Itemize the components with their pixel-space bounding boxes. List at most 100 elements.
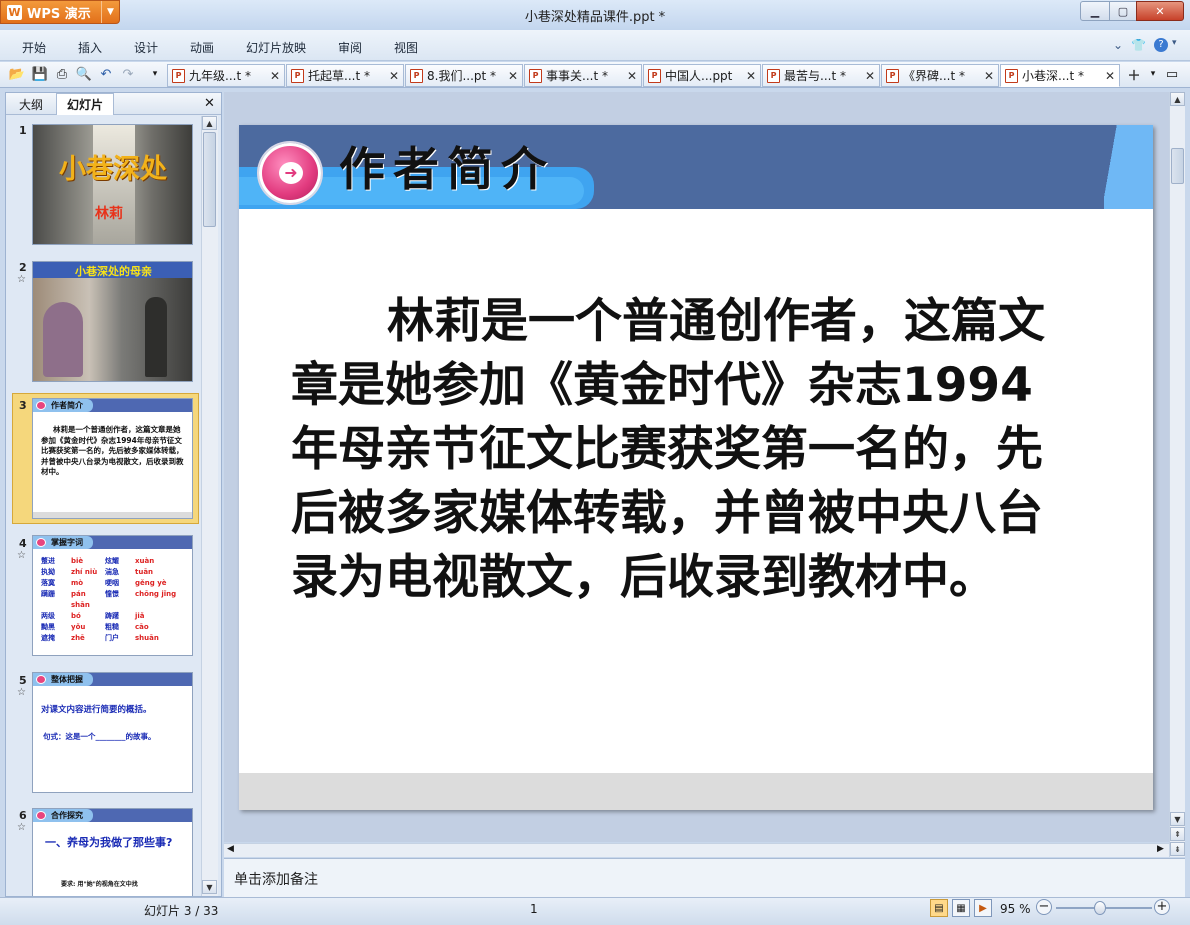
doc-tab-label: 托起草...t * xyxy=(308,69,370,83)
doc-tab-label: 九年级...t * xyxy=(189,69,251,83)
menu-view[interactable]: 视图 xyxy=(394,39,418,56)
slide-header-accent xyxy=(1104,125,1153,209)
scroll-right-icon[interactable]: ▶ xyxy=(1157,844,1164,854)
close-tab-icon[interactable]: ✕ xyxy=(270,69,280,83)
close-tab-icon[interactable]: ✕ xyxy=(865,69,875,83)
zoom-out-icon[interactable]: − xyxy=(1036,899,1052,915)
slide-thumbnail[interactable]: 掌握字词 蹩进 biè 炫耀 xuàn 执拗 zhí niù 湍急 tuān 落寞 mò 哽咽 g… xyxy=(32,535,193,656)
slideshow-play-icon[interactable]: ▶ xyxy=(974,899,992,917)
menu-bar xyxy=(0,30,1190,61)
tab-outline[interactable]: 大纲 xyxy=(10,93,52,115)
zoom-slider-thumb[interactable] xyxy=(1094,901,1106,915)
doc-tab-3[interactable]: P 8.我们...pt * ✕ xyxy=(405,64,523,87)
wps-app-menu-button[interactable]: W WPS 演示 ▼ xyxy=(0,0,120,24)
zoom-level: 95 % xyxy=(1000,902,1031,916)
thumb-title: 小巷深处 xyxy=(59,154,167,185)
doc-tab-2[interactable]: P 托起草...t * ✕ xyxy=(286,64,404,87)
close-tab-icon[interactable]: ✕ xyxy=(746,69,756,83)
skin-shirt-icon[interactable]: 👕 xyxy=(1131,38,1146,52)
print-icon[interactable]: ⎙ xyxy=(53,64,71,84)
doc-tab-4[interactable]: P 事事关...t * ✕ xyxy=(524,64,642,87)
slide-thumbnail[interactable]: 整体把握 对课文内容进行简要的概括。 句式：这是一个________的故事。 xyxy=(32,672,193,793)
maximize-button[interactable]: ▢ xyxy=(1109,1,1137,21)
menu-insert[interactable]: 插入 xyxy=(78,39,102,56)
editor-vertical-scrollbar[interactable]: ▲ ▼ ⇞ ⇟ xyxy=(1169,92,1185,857)
normal-view-icon[interactable]: ▤ xyxy=(930,899,948,917)
figure-shape xyxy=(43,302,83,377)
thumbnails-scrollbar[interactable]: ▲ ▼ xyxy=(201,116,218,896)
slide-thumbnail[interactable]: 小巷深处的母亲 xyxy=(32,261,193,382)
wps-logo-icon: W xyxy=(7,4,22,20)
slide-title[interactable]: 作者简介 xyxy=(339,133,555,199)
window-layout-icon[interactable]: ▭ xyxy=(1163,64,1181,84)
editor-horizontal-scrollbar[interactable]: ◀ ▶ xyxy=(224,843,1169,857)
doc-tab-label: 最苦与...t * xyxy=(784,69,846,83)
doc-tab-label: 小巷深...t * xyxy=(1022,69,1084,83)
redo-icon[interactable]: ↷ xyxy=(119,64,137,84)
new-tab-icon[interactable]: ＋ xyxy=(1125,64,1143,84)
slide-number: 3 xyxy=(19,399,27,412)
doc-tab-5[interactable]: P 中国人...ppt ✕ xyxy=(643,64,761,87)
tab-slides[interactable]: 幻灯片 xyxy=(56,93,114,115)
ppt-file-icon: P xyxy=(291,68,304,83)
open-folder-icon[interactable]: 📂 xyxy=(8,64,26,84)
save-icon[interactable]: 💾 xyxy=(31,64,49,84)
previous-slide-icon[interactable]: ⇞ xyxy=(1170,827,1185,841)
slide-body-text[interactable]: 林莉是一个普通创作者，这篇文章是她参加《黄金时代》杂志1994年母亲节征文比赛获… xyxy=(291,290,1061,610)
close-tab-icon[interactable]: ✕ xyxy=(1105,69,1115,83)
close-tab-icon[interactable]: ✕ xyxy=(627,69,637,83)
close-panel-icon[interactable]: ✕ xyxy=(204,96,215,111)
scroll-left-icon[interactable]: ◀ xyxy=(227,844,234,854)
slide-number: 5 xyxy=(19,674,27,687)
collapse-ribbon-icon[interactable]: ⌄ xyxy=(1113,38,1123,52)
scroll-thumb[interactable] xyxy=(1171,148,1184,184)
slide-thumbnails-list: 1 小巷深处 林莉 2 ☆ 小巷深处的母亲 3 作者简介 林莉是一个普通创作者，… xyxy=(6,116,201,896)
tab-list-dropdown-icon[interactable]: ▾ xyxy=(1144,64,1162,84)
doc-tab-6[interactable]: P 最苦与...t * ✕ xyxy=(762,64,880,87)
slide-footer-bar xyxy=(239,773,1153,810)
notes-placeholder[interactable]: 单击添加备注 xyxy=(234,869,318,889)
doc-tab-7[interactable]: P 《界碑...t * ✕ xyxy=(881,64,999,87)
close-tab-icon[interactable]: ✕ xyxy=(508,69,518,83)
ppt-file-icon: P xyxy=(172,68,185,83)
close-window-button[interactable]: ✕ xyxy=(1136,1,1184,21)
scroll-thumb[interactable] xyxy=(203,132,216,227)
thumb-body: 林莉是一个普通创作者，这篇文章是她参加《黄金时代》杂志1994年母亲节征文比赛获… xyxy=(41,425,184,476)
notes-pane[interactable] xyxy=(224,858,1185,897)
ppt-file-icon: P xyxy=(529,68,542,83)
doc-tab-label: 中国人...ppt xyxy=(665,69,733,83)
next-slide-icon[interactable]: ⇟ xyxy=(1170,842,1185,856)
menu-animation[interactable]: 动画 xyxy=(190,39,214,56)
help-icon[interactable]: ? xyxy=(1154,38,1168,52)
thumb-word-table: 蹩进 biè 炫耀 xuàn 执拗 zhí niù 湍急 tuān 落寞 mò 哽咽 gěng y… xyxy=(41,557,177,642)
doc-tab-1[interactable]: P 九年级...t * ✕ xyxy=(167,64,285,87)
zoom-in-icon[interactable]: + xyxy=(1154,899,1170,915)
slide-canvas[interactable]: ➜ 作者简介 林莉是一个普通创作者，这篇文章是她参加《黄金时代》杂志1994年母… xyxy=(239,125,1153,810)
thumb-title: 小巷深处的母亲 xyxy=(75,265,152,278)
minimize-button[interactable]: ▁ xyxy=(1080,1,1110,21)
menu-design[interactable]: 设计 xyxy=(134,39,158,56)
help-dropdown-icon[interactable]: ▾ xyxy=(1172,38,1177,48)
slide-thumbnail[interactable]: 作者简介 林莉是一个普通创作者，这篇文章是她参加《黄金时代》杂志1994年母亲节… xyxy=(32,398,193,519)
print-preview-icon[interactable]: 🔍 xyxy=(75,64,93,84)
scroll-down-icon[interactable]: ▼ xyxy=(202,880,217,894)
menu-home[interactable]: 开始 xyxy=(22,39,46,56)
scroll-down-icon[interactable]: ▼ xyxy=(1170,812,1185,826)
scroll-up-icon[interactable]: ▲ xyxy=(202,116,217,130)
scroll-up-icon[interactable]: ▲ xyxy=(1170,92,1185,106)
customize-toolbar-icon[interactable]: ▾ xyxy=(146,64,164,84)
slide-thumbnail[interactable]: 合作探究 一、养母为我做了那些事? 要求: 用"她"的视角在文中找 xyxy=(32,808,193,896)
doc-tab-label: 《界碑...t * xyxy=(903,69,965,83)
undo-icon[interactable]: ↶ xyxy=(97,64,115,84)
menu-slideshow[interactable]: 幻灯片放映 xyxy=(246,39,306,56)
slide-sorter-icon[interactable]: ▦ xyxy=(952,899,970,917)
animation-star-icon: ☆ xyxy=(17,274,26,285)
slide-number: 2 xyxy=(19,261,27,274)
slide-thumbnail[interactable]: 小巷深处 林莉 xyxy=(32,124,193,245)
doc-tab-active[interactable]: P 小巷深...t * ✕ xyxy=(1000,64,1120,87)
slide-number: 6 xyxy=(19,809,27,822)
chevron-down-icon[interactable]: ▼ xyxy=(101,1,119,23)
close-tab-icon[interactable]: ✕ xyxy=(984,69,994,83)
close-tab-icon[interactable]: ✕ xyxy=(389,69,399,83)
menu-review[interactable]: 审阅 xyxy=(338,39,362,56)
